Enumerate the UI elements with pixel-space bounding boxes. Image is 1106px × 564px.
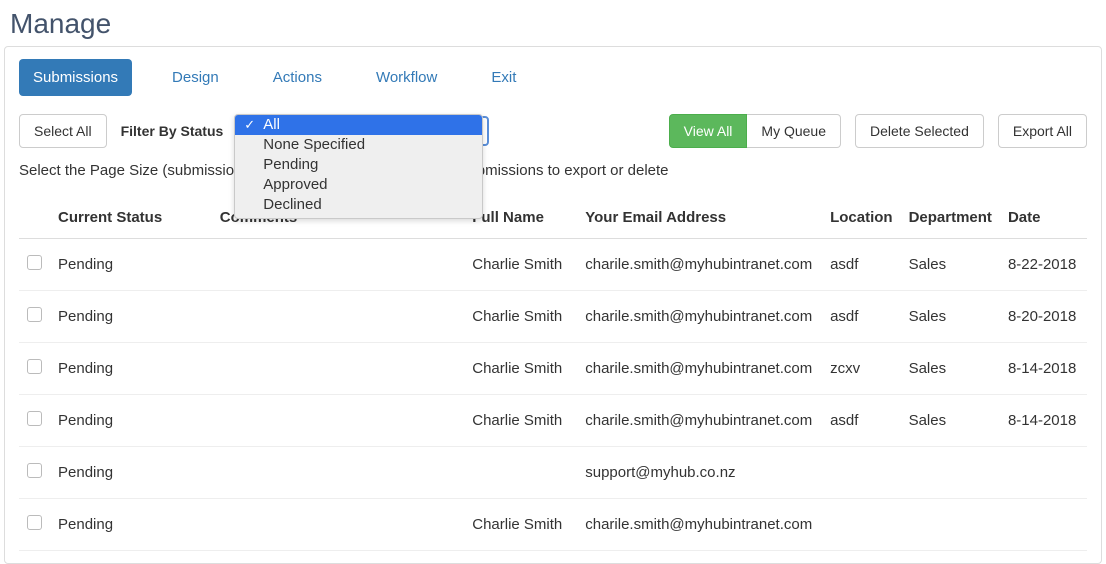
cell-comments <box>212 291 465 343</box>
cell-location: asdf <box>822 395 901 447</box>
status-filter-dropdown: All None Specified Pending Approved Decl… <box>234 114 483 219</box>
col-email: Your Email Address <box>577 199 822 239</box>
status-option-none-specified[interactable]: None Specified <box>235 135 482 155</box>
export-all-button[interactable]: Export All <box>998 114 1087 148</box>
status-option-approved[interactable]: Approved <box>235 175 482 195</box>
cell-name: Charlie Smith <box>464 499 577 551</box>
col-location: Location <box>822 199 901 239</box>
status-option-pending[interactable]: Pending <box>235 155 482 175</box>
cell-name: Charlie Smith <box>464 291 577 343</box>
cell-email: charile.smith@myhubintranet.com <box>577 499 822 551</box>
row-select-checkbox[interactable] <box>27 255 42 270</box>
status-option-all[interactable]: All <box>235 115 482 135</box>
cell-location <box>822 447 901 499</box>
delete-selected-button[interactable]: Delete Selected <box>855 114 984 148</box>
toolbar: Select All Filter By Status ▲▼ All None … <box>19 114 1087 148</box>
cell-name: Charlie Smith <box>464 239 577 291</box>
cell-location: asdf <box>822 291 901 343</box>
my-queue-button[interactable]: My Queue <box>747 114 841 148</box>
cell-department <box>901 447 1000 499</box>
page-title: Manage <box>10 8 1102 40</box>
cell-status: Pending <box>50 395 212 447</box>
cell-location: asdf <box>822 239 901 291</box>
cell-email: charile.smith@myhubintranet.com <box>577 395 822 447</box>
table-row: Pending Charlie Smithcharile.smith@myhubi… <box>19 395 1087 447</box>
row-select-checkbox[interactable] <box>27 515 42 530</box>
cell-name <box>464 447 577 499</box>
cell-date: 8-14-2018 <box>1000 343 1087 395</box>
table-row: Pending Charlie Smithcharile.smith@myhubi… <box>19 499 1087 551</box>
cell-department: Sales <box>901 343 1000 395</box>
table-row: Pending support@myhub.co.nz <box>19 447 1087 499</box>
cell-department: Sales <box>901 395 1000 447</box>
view-all-button[interactable]: View All <box>669 114 748 148</box>
cell-department: Sales <box>901 239 1000 291</box>
submissions-table: Current Status Comments Full Name Your E… <box>19 199 1087 551</box>
status-filter[interactable]: ▲▼ All None Specified Pending Approved D… <box>237 116 489 146</box>
view-toggle-group: View All My Queue <box>669 114 841 148</box>
cell-status: Pending <box>50 447 212 499</box>
page-hint: Select the Page Size (submissions per pa… <box>19 162 1087 179</box>
cell-department <box>901 499 1000 551</box>
cell-date <box>1000 447 1087 499</box>
cell-location <box>822 499 901 551</box>
cell-status: Pending <box>50 499 212 551</box>
cell-date: 8-14-2018 <box>1000 395 1087 447</box>
cell-department: Sales <box>901 291 1000 343</box>
col-status: Current Status <box>50 199 212 239</box>
cell-date <box>1000 499 1087 551</box>
col-department: Department <box>901 199 1000 239</box>
cell-email: charile.smith@myhubintranet.com <box>577 239 822 291</box>
row-select-checkbox[interactable] <box>27 359 42 374</box>
cell-date: 8-20-2018 <box>1000 291 1087 343</box>
tab-exit[interactable]: Exit <box>477 59 530 96</box>
cell-comments <box>212 343 465 395</box>
cell-location: zcxv <box>822 343 901 395</box>
table-row: Pending Charlie Smithcharile.smith@myhubi… <box>19 239 1087 291</box>
cell-comments <box>212 239 465 291</box>
status-option-declined[interactable]: Declined <box>235 195 482 215</box>
tab-actions[interactable]: Actions <box>259 59 336 96</box>
cell-email: support@myhub.co.nz <box>577 447 822 499</box>
cell-email: charile.smith@myhubintranet.com <box>577 291 822 343</box>
filter-by-status-label: Filter By Status <box>121 123 224 139</box>
tab-design[interactable]: Design <box>158 59 233 96</box>
row-select-checkbox[interactable] <box>27 463 42 478</box>
cell-comments <box>212 395 465 447</box>
cell-name: Charlie Smith <box>464 343 577 395</box>
row-select-checkbox[interactable] <box>27 307 42 322</box>
table-row: Pending Charlie Smithcharile.smith@myhubi… <box>19 343 1087 395</box>
tabs: Submissions Design Actions Workflow Exit <box>19 59 1087 96</box>
tab-submissions[interactable]: Submissions <box>19 59 132 96</box>
cell-status: Pending <box>50 343 212 395</box>
col-select <box>19 199 50 239</box>
table-row: Pending Charlie Smithcharile.smith@myhubi… <box>19 291 1087 343</box>
select-all-button[interactable]: Select All <box>19 114 107 148</box>
cell-comments <box>212 499 465 551</box>
col-date: Date <box>1000 199 1087 239</box>
cell-comments <box>212 447 465 499</box>
manage-panel: Submissions Design Actions Workflow Exit… <box>4 46 1102 564</box>
cell-email: charile.smith@myhubintranet.com <box>577 343 822 395</box>
cell-date: 8-22-2018 <box>1000 239 1087 291</box>
cell-name: Charlie Smith <box>464 395 577 447</box>
row-select-checkbox[interactable] <box>27 411 42 426</box>
cell-status: Pending <box>50 291 212 343</box>
tab-workflow[interactable]: Workflow <box>362 59 451 96</box>
cell-status: Pending <box>50 239 212 291</box>
